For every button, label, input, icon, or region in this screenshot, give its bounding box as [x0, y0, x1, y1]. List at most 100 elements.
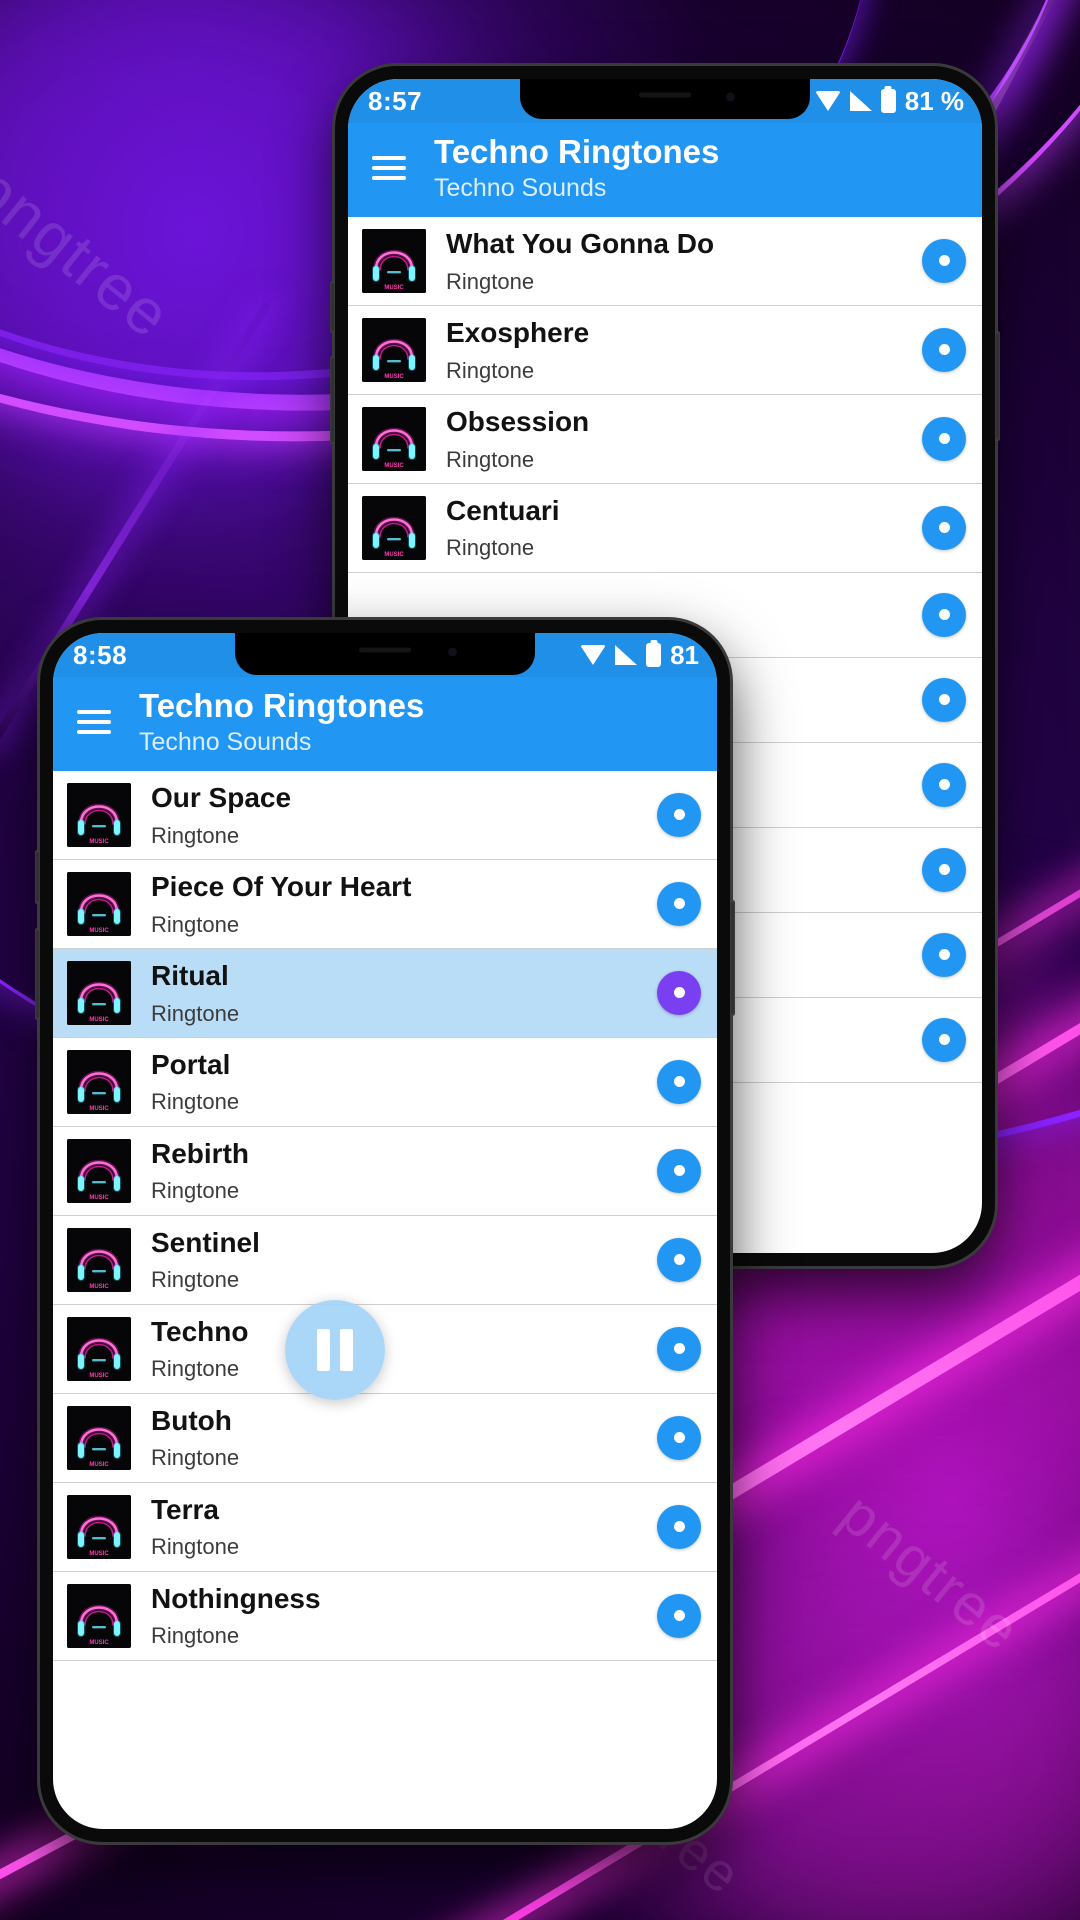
- hamburger-menu-icon[interactable]: [370, 150, 408, 186]
- ringtone-play-button[interactable]: [657, 1148, 701, 1193]
- ringtone-play-button[interactable]: [657, 1326, 701, 1371]
- ringtone-row[interactable]: MUSIC Rebirth Ringtone: [53, 1126, 717, 1216]
- battery-percent-label: 81: [670, 639, 699, 670]
- play-dot-icon: [673, 1165, 685, 1177]
- screenshot-stage: pngtree pngtree pngtree © 8:57 81 %: [0, 0, 1080, 1920]
- power-button[interactable]: [995, 331, 1000, 441]
- ringtone-play-button[interactable]: [922, 677, 966, 722]
- phone-notch: [235, 633, 535, 675]
- headphones-album-art-icon: MUSIC: [67, 1494, 131, 1559]
- ringtone-subtitle: Ringtone: [151, 1000, 240, 1026]
- hamburger-menu-icon[interactable]: [75, 704, 113, 740]
- ringtone-row-text: Obsession Ringtone: [446, 405, 902, 473]
- ringtone-row[interactable]: MUSIC Centuari Ringtone: [348, 483, 982, 573]
- ringtone-subtitle: Ringtone: [151, 1623, 240, 1649]
- svg-text:MUSIC: MUSIC: [384, 285, 404, 291]
- pause-overlay-button[interactable]: [285, 1299, 385, 1400]
- app-title: Techno Ringtones: [139, 687, 425, 724]
- ringtone-play-button[interactable]: [657, 881, 701, 926]
- ringtone-play-button[interactable]: [922, 505, 966, 550]
- battery-icon: [880, 89, 896, 113]
- ringtone-play-button[interactable]: [922, 1017, 966, 1062]
- ringtone-title: Obsession: [446, 405, 590, 437]
- play-dot-icon: [673, 1432, 685, 1444]
- ringtone-row[interactable]: MUSIC Terra Ringtone: [53, 1482, 717, 1572]
- ringtone-title: Piece Of Your Heart: [151, 870, 412, 902]
- ringtone-row-text: Ritual Ringtone: [151, 959, 637, 1027]
- power-button[interactable]: [730, 900, 735, 1016]
- ringtone-play-button[interactable]: [922, 327, 966, 372]
- play-dot-icon: [673, 987, 685, 999]
- ringtone-play-button[interactable]: [922, 592, 966, 637]
- ringtone-play-button[interactable]: [657, 1504, 701, 1549]
- signal-icon: [849, 91, 872, 111]
- ringtone-title: Exosphere: [446, 316, 590, 348]
- svg-text:MUSIC: MUSIC: [89, 1284, 109, 1290]
- ringtone-title: Portal: [151, 1048, 231, 1080]
- ringtone-subtitle: Ringtone: [151, 1445, 240, 1471]
- svg-text:MUSIC: MUSIC: [384, 463, 404, 469]
- svg-text:MUSIC: MUSIC: [89, 928, 109, 934]
- front-camera: [725, 92, 735, 102]
- ringtone-row[interactable]: MUSIC Sentinel Ringtone: [53, 1215, 717, 1305]
- ringtone-play-button[interactable]: [657, 1059, 701, 1104]
- status-icons: 81: [580, 640, 699, 671]
- ringtone-row[interactable]: MUSIC What You Gonna Do Ringtone: [348, 216, 982, 306]
- volume-down-button[interactable]: [330, 356, 335, 444]
- ringtone-row[interactable]: MUSIC Techno Ringtone: [53, 1304, 717, 1394]
- ringtone-row[interactable]: MUSIC Exosphere Ringtone: [348, 305, 982, 395]
- ringtone-play-button[interactable]: [657, 792, 701, 837]
- ringtone-play-button[interactable]: [657, 1237, 701, 1282]
- headphones-album-art-icon: MUSIC: [362, 406, 426, 471]
- ringtone-title: Rebirth: [151, 1137, 249, 1169]
- volume-down-button[interactable]: [35, 928, 40, 1020]
- ringtone-row[interactable]: MUSIC Obsession Ringtone: [348, 394, 982, 484]
- battery-percent-label: 81 %: [904, 85, 964, 116]
- earpiece-speaker: [639, 92, 691, 98]
- play-dot-icon: [673, 1254, 685, 1266]
- ringtone-row-text: What You Gonna Do Ringtone: [446, 227, 902, 295]
- headphones-album-art-icon: MUSIC: [67, 1405, 131, 1470]
- ringtone-subtitle: Ringtone: [151, 1356, 240, 1382]
- volume-up-button[interactable]: [330, 281, 335, 333]
- ringtone-playing-button[interactable]: [657, 970, 701, 1015]
- ringtone-row-text: Techno Ringtone: [151, 1315, 637, 1383]
- ringtone-play-button[interactable]: [922, 932, 966, 977]
- play-dot-icon: [938, 522, 950, 534]
- ringtone-row[interactable]: MUSIC Portal Ringtone: [53, 1037, 717, 1127]
- ringtone-play-button[interactable]: [922, 416, 966, 461]
- ringtone-play-button[interactable]: [657, 1415, 701, 1460]
- ringtone-row[interactable]: MUSIC Nothingness Ringtone: [53, 1571, 717, 1661]
- front-camera: [448, 647, 457, 657]
- ringtone-row[interactable]: MUSIC Butoh Ringtone: [53, 1393, 717, 1483]
- play-dot-icon: [673, 1610, 685, 1622]
- ringtone-subtitle: Ringtone: [446, 357, 535, 383]
- ringtone-row-text: Sentinel Ringtone: [151, 1226, 637, 1294]
- app-bar-back: Techno Ringtones Techno Sounds: [348, 123, 982, 217]
- svg-text:MUSIC: MUSIC: [89, 1106, 109, 1112]
- ringtone-title: Our Space: [151, 781, 292, 813]
- ringtone-row-text: Our Space Ringtone: [151, 781, 637, 849]
- ringtone-play-button[interactable]: [657, 1593, 701, 1638]
- ringtone-row[interactable]: MUSIC Piece Of Your Heart Ringtone: [53, 859, 717, 949]
- ringtone-play-button[interactable]: [922, 847, 966, 892]
- headphones-album-art-icon: MUSIC: [67, 1583, 131, 1648]
- signal-icon: [615, 645, 638, 665]
- earpiece-speaker: [359, 647, 411, 653]
- headphones-album-art-icon: MUSIC: [67, 871, 131, 936]
- ringtone-subtitle: Ringtone: [151, 822, 240, 848]
- ringtone-row[interactable]: MUSIC Our Space Ringtone: [53, 770, 717, 860]
- ringtone-list-front[interactable]: MUSIC Our Space Ringtone MUSIC Piece Of Your…: [53, 770, 717, 1661]
- play-dot-icon: [938, 609, 950, 621]
- headphones-album-art-icon: MUSIC: [362, 317, 426, 382]
- headphones-album-art-icon: MUSIC: [67, 782, 131, 847]
- ringtone-play-button[interactable]: [922, 238, 966, 283]
- headphones-album-art-icon: MUSIC: [67, 1316, 131, 1381]
- volume-up-button[interactable]: [35, 850, 40, 904]
- ringtone-row-text: Exosphere Ringtone: [446, 316, 902, 384]
- ringtone-title: Techno: [151, 1315, 249, 1347]
- svg-text:MUSIC: MUSIC: [89, 1017, 109, 1023]
- ringtone-row[interactable]: MUSIC Ritual Ringtone: [53, 948, 717, 1038]
- play-dot-icon: [673, 1343, 685, 1355]
- ringtone-play-button[interactable]: [922, 762, 966, 807]
